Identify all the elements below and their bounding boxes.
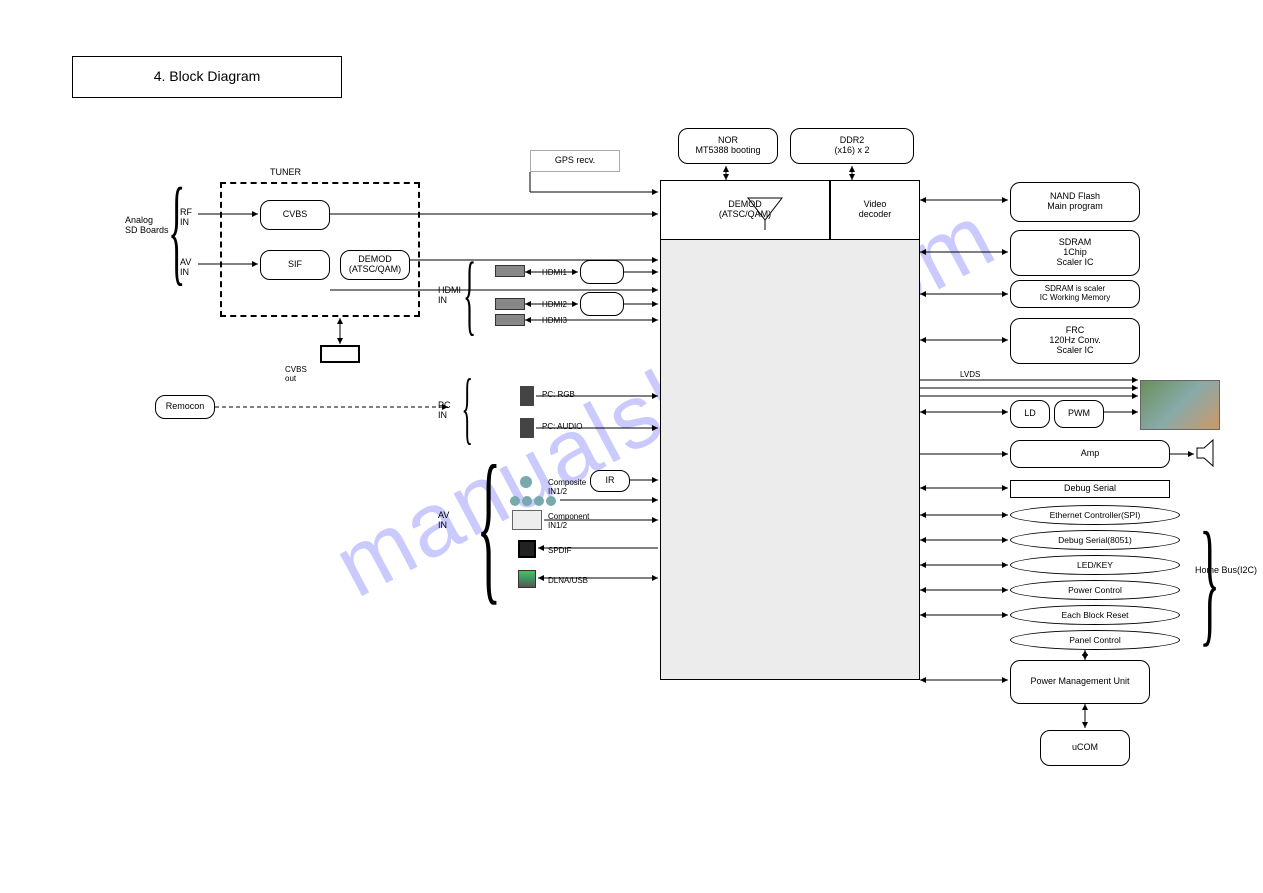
connectors-overlay — [0, 0, 1263, 893]
